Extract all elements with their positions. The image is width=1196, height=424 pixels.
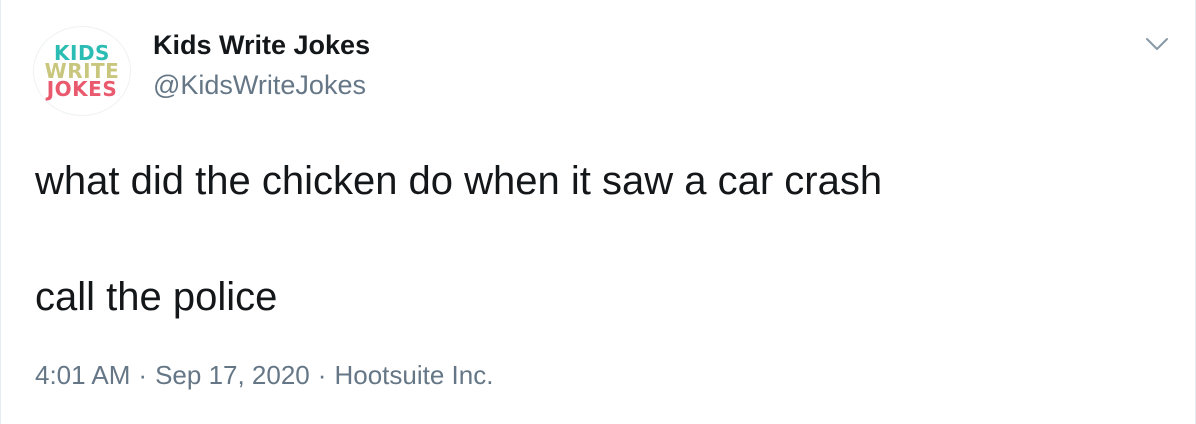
tweet-text-line: what did the chicken do when it saw a ca… <box>35 159 883 203</box>
separator-dot: · <box>317 360 327 390</box>
separator-dot: · <box>138 360 148 390</box>
tweet-timestamp-time[interactable]: 4:01 AM <box>35 360 130 390</box>
tweet-card: KIDS WRITE JOKES Kids Write Jokes @KidsW… <box>0 0 1196 424</box>
more-options-button[interactable] <box>1141 30 1173 58</box>
tweet-metadata: 4:01 AM · Sep 17, 2020 · Hootsuite Inc. <box>35 360 493 391</box>
user-handle[interactable]: @KidsWriteJokes <box>153 70 366 101</box>
tweet-text: what did the chicken do when it saw a ca… <box>35 152 882 326</box>
tweet-source[interactable]: Hootsuite Inc. <box>334 360 493 390</box>
tweet-text-line <box>35 210 882 268</box>
tweet-text-line: call the police <box>35 275 278 319</box>
chevron-down-icon <box>1146 38 1168 50</box>
avatar[interactable]: KIDS WRITE JOKES <box>33 26 131 116</box>
display-name[interactable]: Kids Write Jokes <box>153 30 370 61</box>
tweet-timestamp-date[interactable]: Sep 17, 2020 <box>155 360 310 390</box>
avatar-logo-line-jokes: JOKES <box>46 77 118 101</box>
